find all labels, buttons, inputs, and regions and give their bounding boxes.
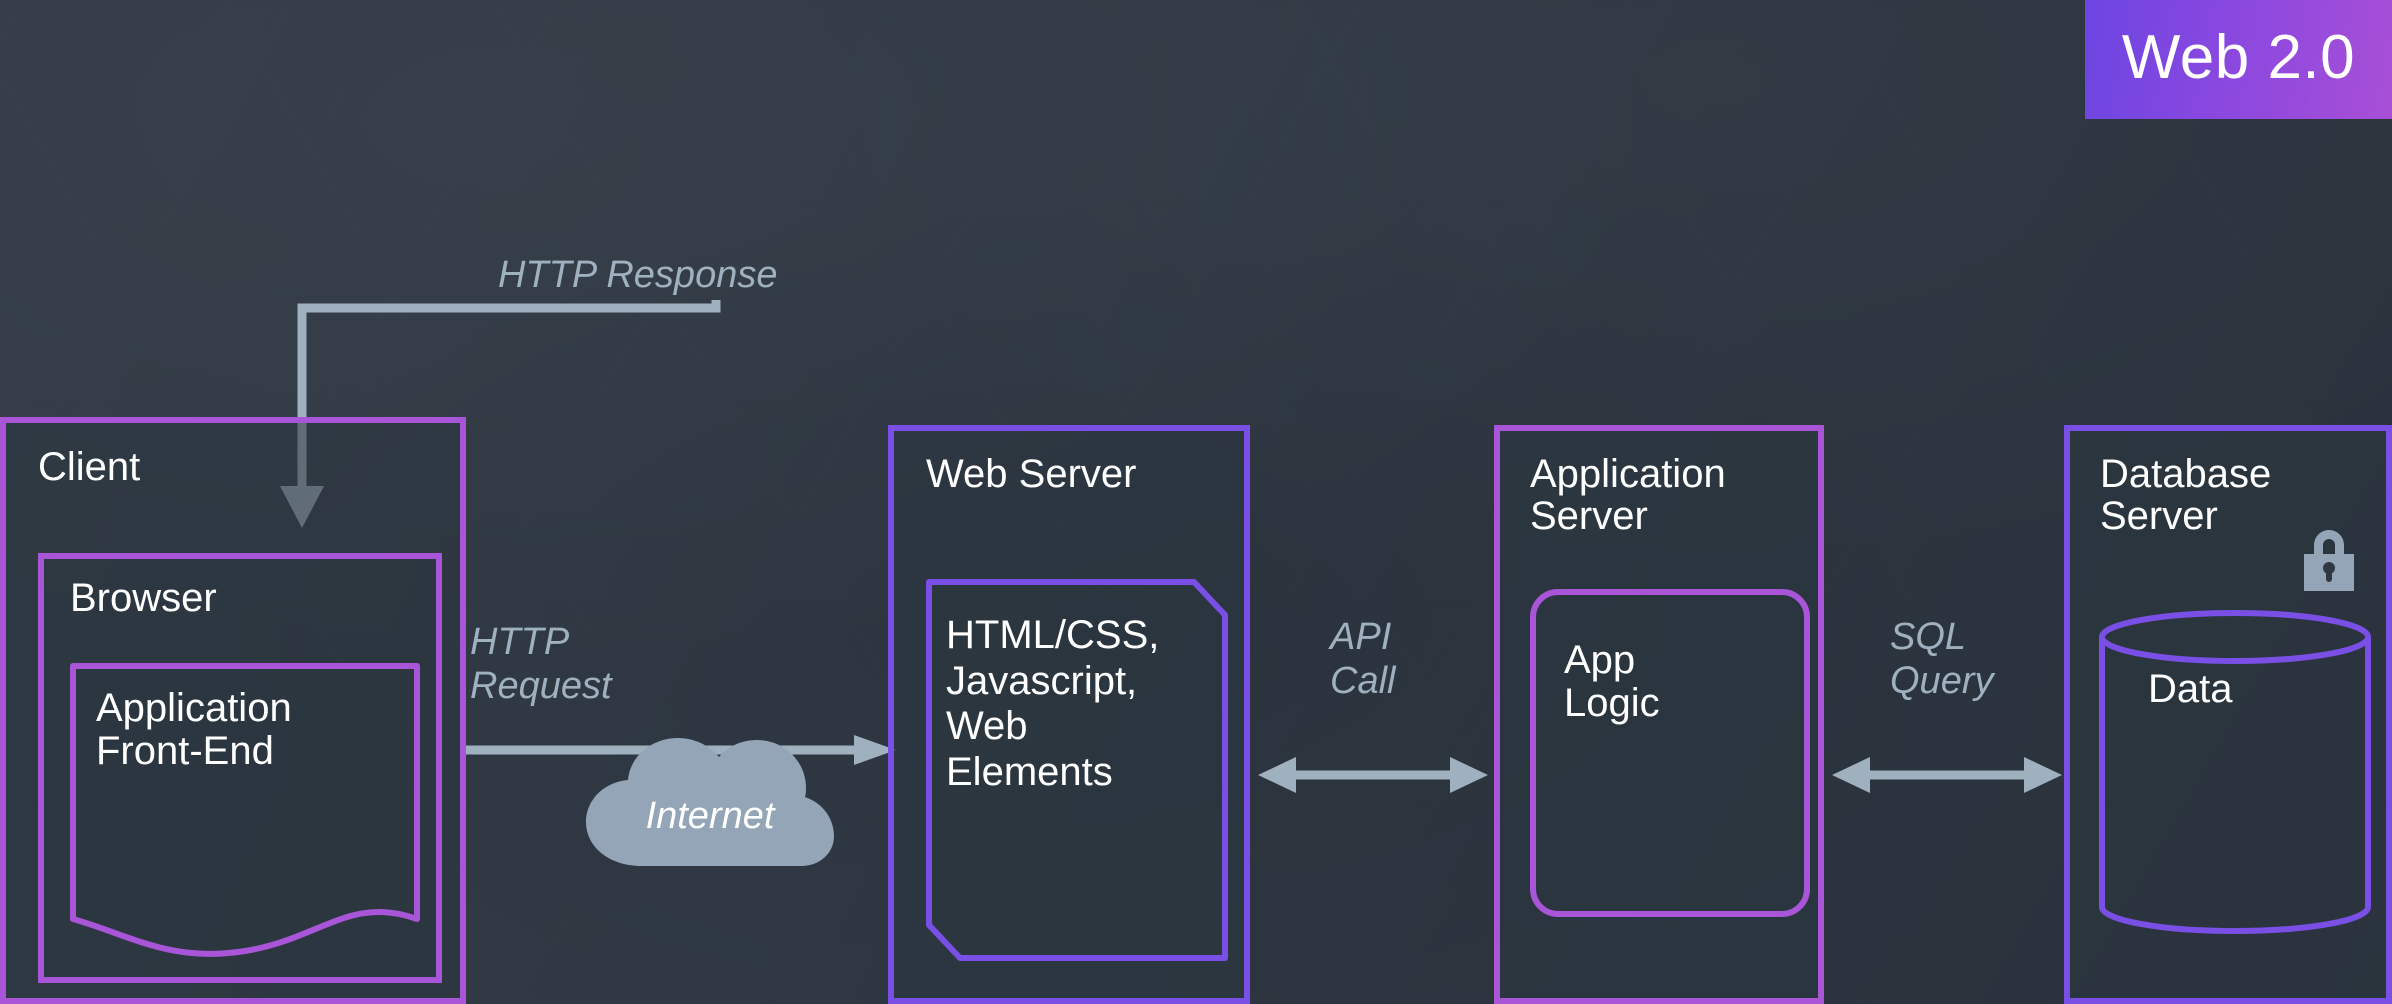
web-server-box[interactable]: Web Server HTML/CSS, Javascript, Web Ele… [888, 425, 1250, 1004]
database-cylinder-shape [2098, 610, 2372, 934]
browser-box[interactable]: Browser Application Front-End [38, 553, 442, 983]
client-title: Client [38, 445, 141, 489]
application-front-end-label: Application Front-End [96, 686, 292, 774]
app-logic-label: App Logic [1564, 638, 1660, 726]
application-server-box[interactable]: Application Server App Logic [1494, 425, 1824, 1004]
database-server-title: Database Server [2100, 452, 2272, 539]
database-data-label: Data [2148, 667, 2233, 711]
internet-label: Internet [645, 795, 775, 837]
web-server-title: Web Server [926, 452, 1137, 496]
api-call-arrow [1258, 757, 1488, 793]
lock-icon [2298, 525, 2360, 591]
browser-title: Browser [70, 576, 217, 620]
title-badge: Web 2.0 [2085, 0, 2392, 119]
title-badge-label: Web 2.0 [2121, 22, 2356, 92]
database-server-box[interactable]: Database Server Data [2064, 425, 2392, 1004]
client-box[interactable]: Client Browser Application Front-End [0, 417, 466, 1004]
web-content-label: HTML/CSS, Javascript, Web Elements [946, 613, 1160, 794]
application-server-title: Application Server [1530, 452, 1726, 539]
sql-query-arrow [1832, 757, 2062, 793]
diagram-canvas: Web 2.0 HTTP Response Client Browser App… [0, 0, 2392, 1004]
http-response-label: HTTP Response [498, 254, 778, 296]
api-call-label: API Call [1330, 616, 1396, 703]
app-logic-box[interactable]: App Logic [1530, 589, 1810, 917]
sql-query-label: SQL Query [1890, 616, 1994, 703]
http-request-label: HTTP Request [470, 621, 612, 708]
